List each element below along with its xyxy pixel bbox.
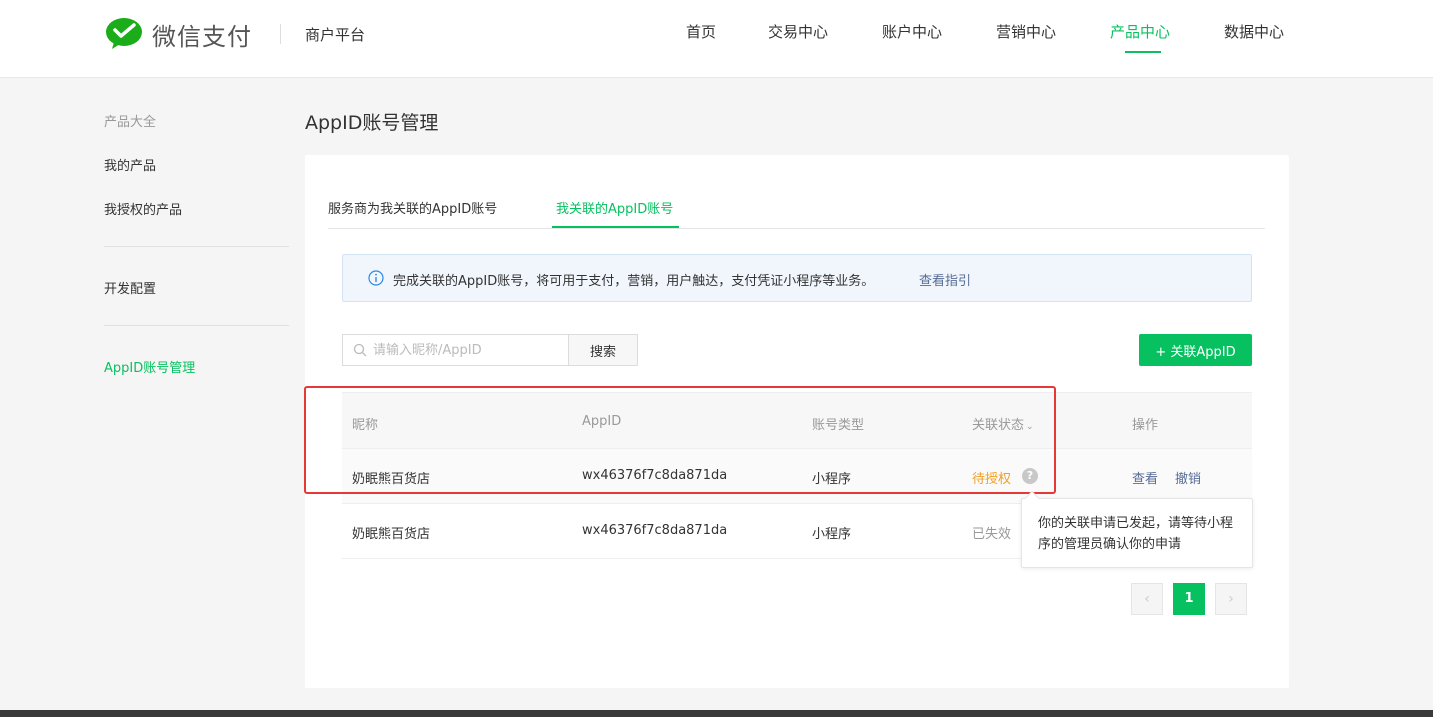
sidebar-title: 产品大全 (104, 115, 157, 130)
main-nav: 首页 交易中心 账户中心 营销中心 产品中心 数据中心 (0, 21, 1433, 61)
sidebar-item-appid-management[interactable]: AppID账号管理 (104, 357, 195, 376)
search-input[interactable] (373, 335, 563, 365)
nav-active-underline (1125, 51, 1161, 53)
help-icon[interactable]: ? (1022, 468, 1038, 484)
sidebar-item-authorized-products[interactable]: 我授权的产品 (104, 199, 182, 218)
row-status-pending: 待授权 (972, 472, 1012, 487)
row-nickname: 奶眠熊百货店 (352, 472, 431, 487)
sidebar-divider (104, 246, 289, 247)
table-header: 昵称 AppID 账号类型 关联状态 ⌄ 操作 (342, 392, 1252, 449)
col-appid: AppID (582, 414, 622, 429)
chevron-down-icon: ⌄ (1026, 422, 1034, 432)
tab-my-linked[interactable]: 我关联的AppID账号 (556, 198, 673, 217)
col-account-type: 账号类型 (812, 418, 865, 433)
link-appid-button[interactable]: + 关联AppID (1139, 334, 1252, 366)
top-header: 微信支付 商户平台 首页 交易中心 账户中心 营销中心 产品中心 数据中心 (0, 0, 1433, 78)
row-status-expired: 已失效 (972, 527, 1012, 542)
revoke-link[interactable]: 撤销 (1175, 468, 1201, 487)
table-row: 奶眠熊百货店 wx46376f7c8da871da 小程序 待授权 ? 查看 撤… (342, 449, 1252, 504)
search-button[interactable]: 搜索 (568, 334, 638, 366)
view-link[interactable]: 查看 (1132, 468, 1158, 487)
sidebar-item-dev-config[interactable]: 开发配置 (104, 278, 156, 297)
pager-page-1[interactable]: 1 (1173, 583, 1205, 615)
info-icon (368, 270, 384, 286)
col-actions: 操作 (1132, 418, 1159, 433)
search-icon (353, 343, 367, 357)
tab-bar: 服务商为我关联的AppID账号 我关联的AppID账号 (328, 155, 1265, 229)
tooltip-text: 你的关联申请已发起，请等待小程序的管理员确认你的申请 (1038, 516, 1234, 552)
row-appid: wx46376f7c8da871da (582, 523, 728, 538)
nav-account-center[interactable]: 账户中心 (882, 21, 942, 42)
page-title: AppID账号管理 (305, 112, 439, 134)
nav-product-center[interactable]: 产品中心 (1110, 21, 1170, 42)
row-appid: wx46376f7c8da871da (582, 468, 728, 483)
col-link-status[interactable]: 关联状态 ⌄ (972, 414, 1034, 433)
notice-text: 完成关联的AppID账号，将可用于支付，营销，用户触达，支付凭证小程序等业务。 (393, 274, 875, 289)
row-nickname: 奶眠熊百货店 (352, 527, 431, 542)
row-account-type: 小程序 (812, 472, 852, 487)
pager-next-button[interactable]: › (1215, 583, 1247, 615)
nav-home[interactable]: 首页 (686, 21, 716, 42)
col-nickname: 昵称 (352, 418, 379, 433)
tab-provider-linked[interactable]: 服务商为我关联的AppID账号 (328, 198, 497, 217)
info-notice: 完成关联的AppID账号，将可用于支付，营销，用户触达，支付凭证小程序等业务。 … (342, 254, 1252, 302)
view-guide-link[interactable]: 查看指引 (919, 270, 971, 289)
footer-strip (0, 710, 1433, 717)
sidebar-item-my-products[interactable]: 我的产品 (104, 155, 156, 174)
pager-prev-button[interactable]: ‹ (1131, 583, 1163, 615)
nav-marketing-center[interactable]: 营销中心 (996, 21, 1056, 42)
row-account-type: 小程序 (812, 527, 852, 542)
status-tooltip: 你的关联申请已发起，请等待小程序的管理员确认你的申请 (1021, 490, 1253, 568)
nav-trade-center[interactable]: 交易中心 (768, 21, 828, 42)
nav-data-center[interactable]: 数据中心 (1224, 21, 1284, 42)
col-link-status-label: 关联状态 (972, 418, 1025, 433)
sidebar-divider (104, 325, 289, 326)
tab-active-underline (552, 226, 679, 228)
search-box (342, 334, 569, 366)
